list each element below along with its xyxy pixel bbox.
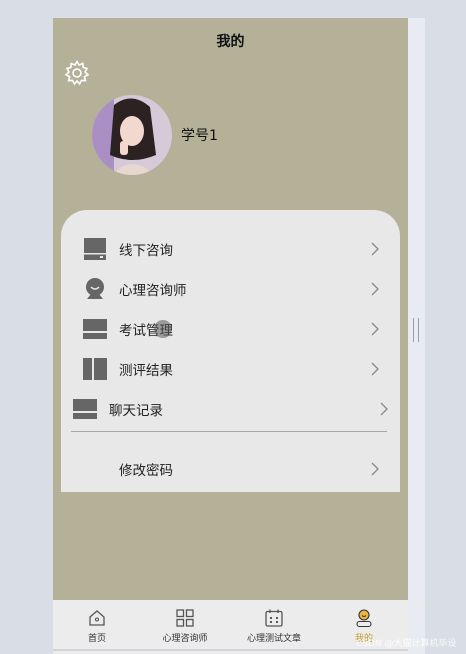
- divider: [71, 431, 387, 432]
- touch-indicator: [154, 320, 172, 338]
- menu-item-chat-history[interactable]: 聊天记录: [61, 389, 400, 429]
- page-title: 我的: [216, 34, 245, 50]
- drive-icon: [84, 238, 106, 260]
- watermark: CSDN @大猫计算机毕设: [356, 639, 457, 649]
- tab-home[interactable]: 首页: [53, 600, 141, 654]
- tab-counselor[interactable]: 心理咨询师: [141, 600, 229, 654]
- tab-label: 首页: [87, 634, 106, 644]
- menu-item-change-password[interactable]: 修改密码: [61, 449, 400, 489]
- panel-icon: [83, 358, 107, 380]
- gear-icon[interactable]: [63, 59, 91, 87]
- webcam-icon: [86, 278, 104, 299]
- home-icon: [89, 610, 105, 626]
- calendar-icon: [265, 609, 283, 627]
- menu-item-counselor[interactable]: 心理咨询师: [61, 269, 400, 309]
- tab-label: 心理测试文章: [246, 634, 301, 644]
- tab-label: 心理咨询师: [162, 634, 208, 644]
- menu-item-label: 心理咨询师: [119, 283, 187, 299]
- menu-item-offline-consult[interactable]: 线下咨询: [61, 229, 400, 269]
- menu-item-label: 聊天记录: [109, 403, 163, 419]
- tab-bar: 首页 心理咨询师 心理测试文章 我的: [53, 600, 408, 654]
- menu-item-label: 测评结果: [119, 363, 173, 379]
- tab-articles[interactable]: 心理测试文章: [230, 600, 318, 654]
- chevron-right-icon: [371, 362, 379, 376]
- menu-item-assessment-results[interactable]: 测评结果: [61, 349, 400, 389]
- menu-item-exam-manage[interactable]: 考试管理: [61, 309, 400, 349]
- chevron-right-icon: [371, 242, 379, 256]
- bottom-divider: [53, 649, 408, 651]
- resize-handle[interactable]: [413, 318, 419, 342]
- monitor-icon: [73, 399, 97, 419]
- menu-card: 线下咨询 心理咨询师 考试管理 测评结果 聊天记录 修改密码: [61, 210, 400, 492]
- username: 学号1: [181, 128, 218, 144]
- chevron-right-icon: [380, 402, 388, 416]
- chevron-right-icon: [371, 322, 379, 336]
- menu-item-label: 修改密码: [119, 463, 173, 479]
- chevron-right-icon: [371, 462, 379, 476]
- grid-icon: [176, 609, 194, 627]
- menu-item-label: 线下咨询: [119, 243, 173, 259]
- phone-screen: 我的 学号1 线下咨询 心理咨询师 考试管理 测评结果 聊天记录 修改密码 首页…: [53, 18, 408, 654]
- monitor-icon: [83, 319, 107, 339]
- user-icon: [356, 609, 372, 628]
- chevron-right-icon: [371, 282, 379, 296]
- avatar[interactable]: [92, 95, 172, 175]
